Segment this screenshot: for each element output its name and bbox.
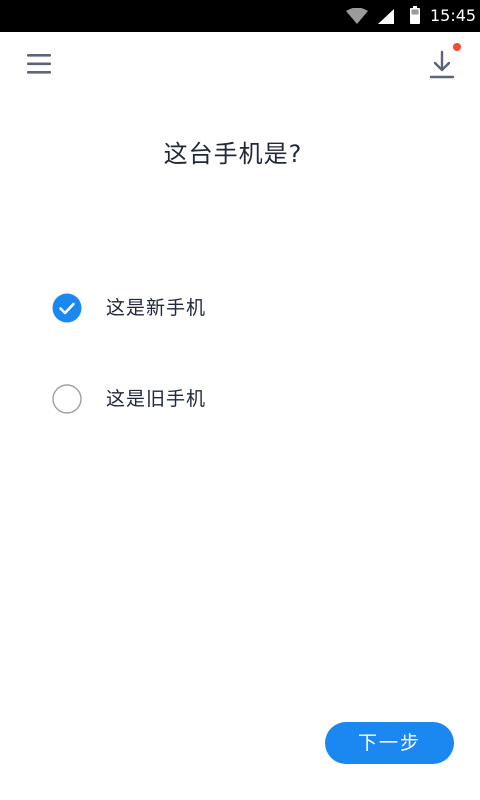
radio-checked-icon[interactable]	[52, 293, 82, 323]
radio-unchecked-icon[interactable]	[52, 384, 82, 414]
notification-badge	[453, 43, 461, 51]
download-button[interactable]	[428, 48, 464, 82]
option-new-phone[interactable]: 这是新手机	[50, 290, 430, 326]
signal-icon	[378, 9, 394, 24]
wifi-icon	[346, 8, 368, 24]
menu-button[interactable]	[24, 50, 54, 78]
battery-icon	[410, 6, 420, 24]
menu-icon	[27, 54, 51, 74]
status-bar: 15:45	[0, 0, 480, 32]
option-new-phone-label: 这是新手机	[106, 297, 207, 319]
download-icon	[429, 50, 455, 79]
question-title: 这台手机是?	[163, 140, 303, 168]
next-button[interactable]: 下一步	[325, 722, 454, 764]
status-time: 15:45	[430, 6, 477, 25]
option-old-phone[interactable]: 这是旧手机	[50, 381, 430, 417]
option-old-phone-label: 这是旧手机	[106, 388, 207, 410]
